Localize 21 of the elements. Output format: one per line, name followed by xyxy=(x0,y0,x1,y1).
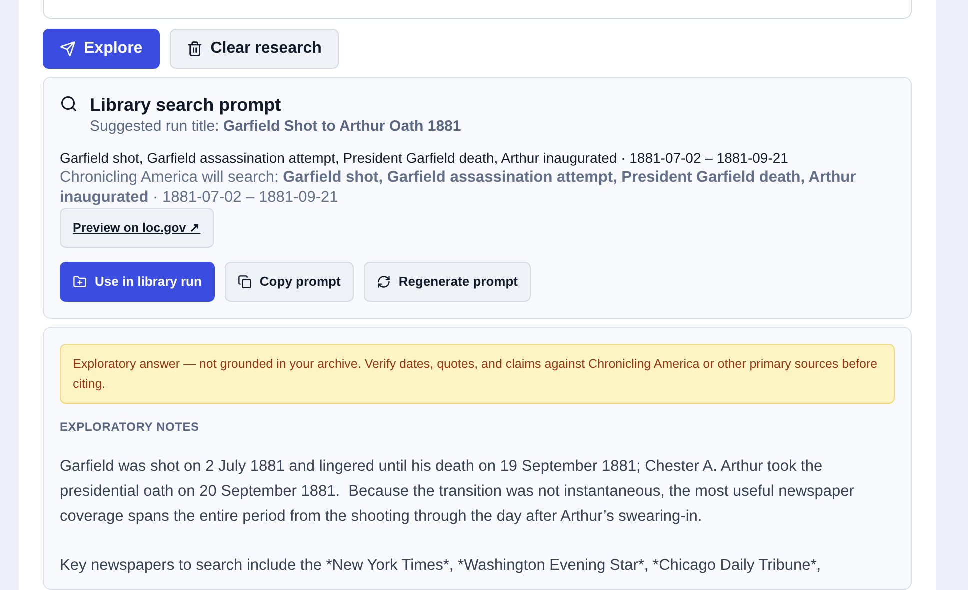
search-icon xyxy=(60,95,78,113)
run-title: Suggested run title: Garfield Shot to Arthur Oath 1881 xyxy=(90,117,462,137)
action-button[interactable]: Copy prompt xyxy=(224,262,354,302)
copy-icon xyxy=(238,275,252,289)
warning-banner: Exploratory answer — not grounded in your archive. Verify dates, quotes, and claims against Chronicling America or other primary sources before citing. xyxy=(60,344,895,404)
text-area[interactable] xyxy=(43,0,912,19)
section-heading: EXPLORATORY NOTES xyxy=(60,419,200,436)
notes-paragraph: Key newspapers to search include the *New York Times*, *Washington Evening Star*, *Chicago Daily Tribune*, xyxy=(60,556,822,576)
query-text: Garfield shot, Garfield assassination attempt, President Garfield death, Arthur inaugurated · 1881-07-02 – 1881-09-21 xyxy=(60,149,790,168)
action-button[interactable]: Clear research xyxy=(170,29,339,69)
preview-link[interactable]: Preview on loc.gov ↗ xyxy=(60,208,214,248)
card-title: Library search prompt xyxy=(90,94,282,116)
search-description: Chronicling America will search: Garfield shot, Garfield assassination attempt, President Garfield death, Arthur inaugurated · 1881-07-02 – 1881-09-21 xyxy=(60,168,858,208)
refresh-icon xyxy=(376,275,391,289)
action-button[interactable]: Regenerate prompt xyxy=(364,262,532,302)
send-icon xyxy=(60,41,76,57)
trash-icon xyxy=(186,41,203,57)
notes-paragraph: Garfield was shot on 2 July 1881 and lingered until his death on 19 September 1881; Chester A. Arthur took the presidential oath on 20 September 1881. Because the transition was not instantaneous, the most useful newspaper coverage spans the entire period from the shooting through the day after Arthur’s swearing-in. xyxy=(60,457,856,527)
action-button[interactable]: Use in library run xyxy=(60,262,215,302)
folder-plus-icon xyxy=(73,275,87,289)
action-button[interactable]: Explore xyxy=(43,29,160,69)
